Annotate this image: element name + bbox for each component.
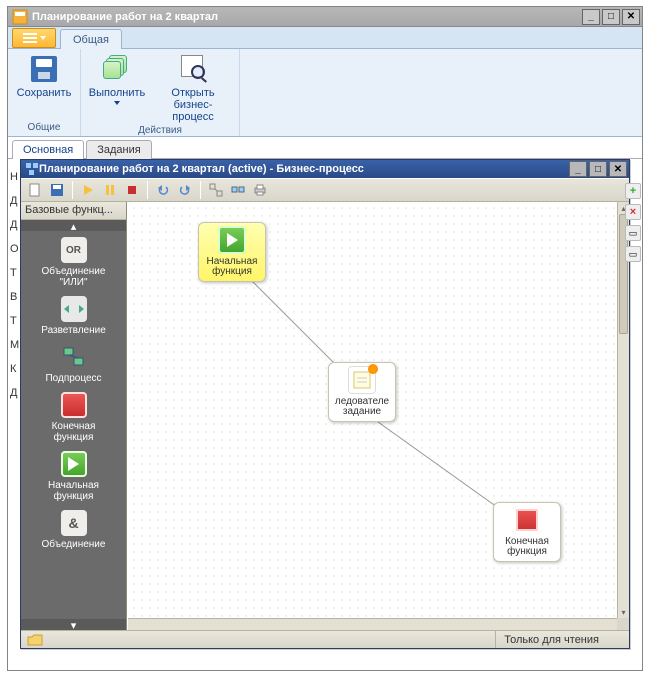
save-label: Сохранить (17, 87, 72, 99)
play-icon (218, 226, 246, 254)
app-icon (12, 9, 28, 25)
readonly-label: Только для чтения (495, 631, 629, 648)
inner-title-text: Планирование работ на 2 квартал (active)… (39, 163, 364, 175)
minimize-button[interactable]: _ (582, 9, 600, 25)
tb-tool-1[interactable] (206, 180, 226, 200)
tool-button-1[interactable]: ▭ (625, 225, 641, 241)
add-button[interactable]: + (625, 183, 641, 199)
subprocess-icon (61, 344, 87, 370)
tb-redo[interactable] (175, 180, 195, 200)
tab-tasks[interactable]: Задания (86, 140, 151, 159)
bp-icon (25, 162, 39, 176)
palette-item-subprocess[interactable]: Подпроцесс (21, 338, 126, 386)
ribbon-group-label: Действия (87, 123, 233, 139)
inner-status-bar: Только для чтения (21, 630, 629, 648)
inner-title-bar: Планирование работ на 2 квартал (active)… (21, 160, 629, 178)
inner-maximize-button[interactable]: □ (589, 161, 607, 177)
inner-close-button[interactable]: ✕ (609, 161, 627, 177)
and-icon: & (61, 510, 87, 536)
dropdown-icon (40, 36, 46, 40)
tb-stop[interactable] (122, 180, 142, 200)
end-icon (61, 392, 87, 418)
ribbon: Сохранить Общие Выполнить Открытьбизнес-… (8, 49, 642, 137)
outer-title-text: Планирование работ на 2 квартал (32, 11, 218, 23)
content-area: НДДОТВТМКД + × ▭ ▭ Планирование работ на… (8, 159, 642, 668)
vertical-scrollbar[interactable]: ▴ ▾ (617, 202, 629, 618)
node-task[interactable]: ледователезадание (328, 362, 396, 422)
horizontal-scrollbar[interactable] (128, 618, 617, 630)
folder-icon (27, 634, 43, 646)
palette-item-start[interactable]: Начальнаяфункция (21, 445, 126, 504)
run-label: Выполнить (89, 87, 145, 99)
palette-scroll-down[interactable]: ▾ (21, 619, 126, 630)
palette-item-end[interactable]: Конечнаяфункция (21, 386, 126, 445)
close-button[interactable]: ✕ (622, 9, 640, 25)
tb-print[interactable] (250, 180, 270, 200)
palette: Базовые функц... ▴ OR Объединение"ИЛИ" Р… (21, 202, 127, 630)
tb-tool-2[interactable] (228, 180, 248, 200)
run-icon (103, 55, 131, 83)
tab-main[interactable]: Основная (12, 140, 84, 159)
search-icon (179, 55, 207, 83)
outer-title-bar: Планирование работ на 2 квартал _ □ ✕ (8, 7, 642, 27)
palette-item-branch[interactable]: Разветвление (21, 290, 126, 338)
ribbon-group-common: Сохранить Общие (8, 49, 81, 136)
sub-tab-strip: Основная Задания (8, 137, 642, 159)
ribbon-tab-general[interactable]: Общая (60, 29, 122, 49)
or-icon: OR (61, 237, 87, 263)
menu-icon (23, 33, 37, 43)
open-bp-button[interactable]: Открытьбизнес-процесс (153, 51, 233, 123)
tool-button-2[interactable]: ▭ (625, 246, 641, 262)
tb-new[interactable] (25, 180, 45, 200)
tb-play[interactable] (78, 180, 98, 200)
right-side-toolbar: + × ▭ ▭ (625, 183, 643, 262)
node-start[interactable]: Начальнаяфункция (198, 222, 266, 282)
ribbon-tab-strip: Общая (8, 27, 642, 49)
tb-undo[interactable] (153, 180, 173, 200)
delete-button[interactable]: × (625, 204, 641, 220)
ribbon-group-label: Общие (14, 120, 74, 136)
palette-header[interactable]: Базовые функц... (21, 202, 126, 220)
diagram-canvas[interactable]: Начальнаяфункция ледователезадание Конеч… (128, 202, 617, 618)
designer-toolbar (21, 178, 629, 202)
tb-save[interactable] (47, 180, 67, 200)
file-menu-button[interactable] (12, 28, 56, 48)
tb-pause[interactable] (100, 180, 120, 200)
stop-icon (513, 506, 541, 534)
branch-icon (61, 296, 87, 322)
dropdown-icon (114, 101, 120, 105)
designer-window: Планирование работ на 2 квартал (active)… (20, 159, 630, 649)
background-form-labels: НДДОТВТМКД (10, 165, 19, 405)
canvas-wrap: Начальнаяфункция ледователезадание Конеч… (127, 202, 629, 630)
start-icon (61, 451, 87, 477)
save-icon (31, 56, 57, 82)
ribbon-group-actions: Выполнить Открытьбизнес-процесс Действия (81, 49, 240, 136)
ribbon-tab-label: Общая (73, 34, 109, 46)
inner-minimize-button[interactable]: _ (569, 161, 587, 177)
node-end[interactable]: Конечнаяфункция (493, 502, 561, 562)
outer-window: Планирование работ на 2 квартал _ □ ✕ Об… (7, 6, 643, 671)
palette-scroll-up[interactable]: ▴ (21, 220, 126, 231)
maximize-button[interactable]: □ (602, 9, 620, 25)
task-icon (348, 366, 376, 394)
save-button[interactable]: Сохранить (14, 51, 74, 99)
palette-item-or[interactable]: OR Объединение"ИЛИ" (21, 231, 126, 290)
run-button[interactable]: Выполнить (87, 51, 147, 105)
palette-item-and[interactable]: & Объединение (21, 504, 126, 552)
